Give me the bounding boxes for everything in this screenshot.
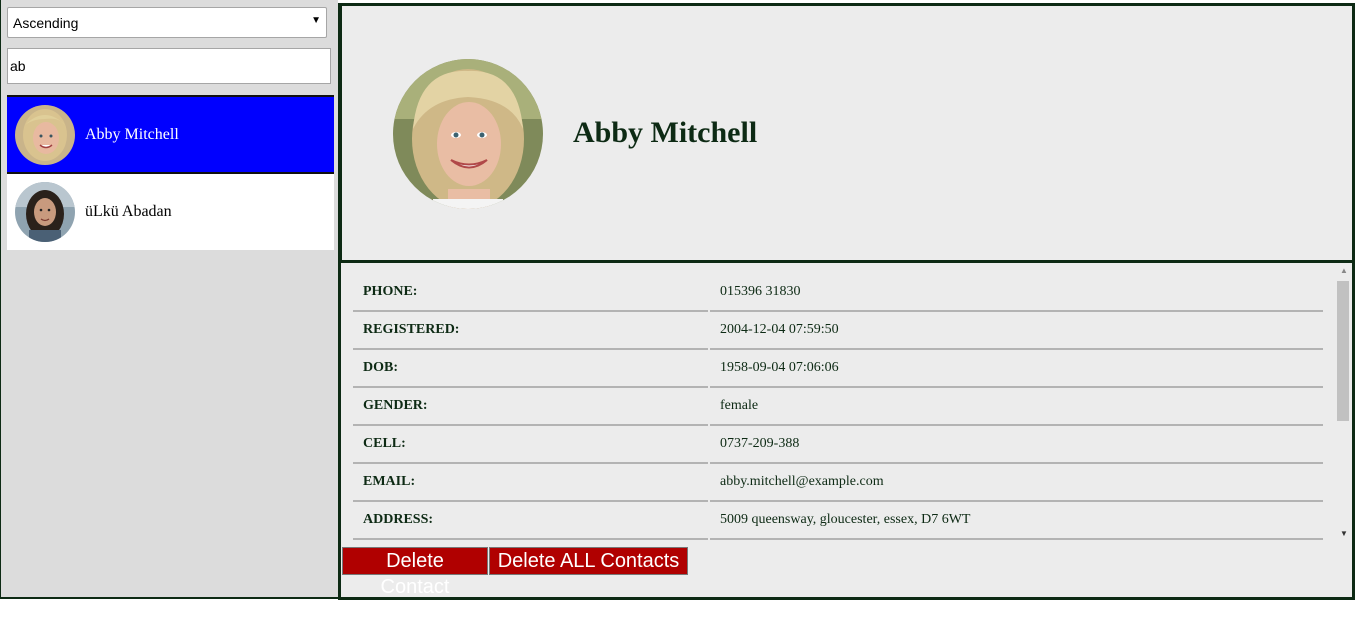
details-scrollbar[interactable]: ▲ ▼ <box>1335 263 1352 540</box>
detail-label: CELL: <box>353 426 708 464</box>
contact-details-list[interactable]: PHONE: 015396 31830 REGISTERED: 2004-12-04 … <box>341 263 1349 540</box>
detail-row: DOB: 1958-09-04 07:06:06 <box>353 350 1323 388</box>
detail-label: GENDER: <box>353 388 708 426</box>
detail-label: REGISTERED: <box>353 312 708 350</box>
avatar <box>393 59 543 209</box>
detail-row: ADDRESS: 5009 queensway, gloucester, esse… <box>353 502 1323 540</box>
contact-full-name: Abby Mitchell <box>573 116 758 149</box>
avatar <box>15 104 75 165</box>
detail-row: EMAIL: abby.mitchell@example.com <box>353 464 1323 502</box>
detail-value: 1958-09-04 07:06:06 <box>710 350 1323 388</box>
scroll-down-icon[interactable]: ▼ <box>1340 529 1348 538</box>
scroll-up-icon[interactable]: ▲ <box>1340 266 1348 275</box>
contact-header: Abby Mitchell <box>341 6 1352 263</box>
detail-row: REGISTERED: 2004-12-04 07:59:50 <box>353 312 1323 350</box>
detail-value: 2004-12-04 07:59:50 <box>710 312 1323 350</box>
detail-value: 0737-209-388 <box>710 426 1323 464</box>
contact-name: üLkü Abadan <box>85 203 172 220</box>
detail-label: PHONE: <box>353 274 708 312</box>
sort-order-value: Ascending <box>13 15 79 31</box>
sort-order-select[interactable]: Ascending ▼ <box>7 7 327 38</box>
contact-list-item-abby-mitchell[interactable]: Abby Mitchell <box>7 95 334 174</box>
avatar <box>15 182 75 242</box>
chevron-down-icon: ▼ <box>311 15 321 26</box>
detail-label: EMAIL: <box>353 464 708 502</box>
detail-value: 015396 31830 <box>710 274 1323 312</box>
delete-all-contacts-button[interactable]: Delete ALL Contacts <box>489 547 688 575</box>
contact-list-item-ulku-abadan[interactable]: üLkü Abadan <box>7 174 334 250</box>
detail-value: abby.mitchell@example.com <box>710 464 1323 502</box>
detail-row: PHONE: 015396 31830 <box>353 274 1323 312</box>
detail-value: 5009 queensway, gloucester, essex, D7 6W… <box>710 502 1323 540</box>
detail-label: DOB: <box>353 350 708 388</box>
detail-label: ADDRESS: <box>353 502 708 540</box>
detail-row: GENDER: female <box>353 388 1323 426</box>
scrollbar-thumb[interactable] <box>1337 281 1349 421</box>
contact-name: Abby Mitchell <box>85 125 179 143</box>
sidebar: Ascending ▼ Abby Mitchell <box>0 0 338 599</box>
detail-value: female <box>710 388 1323 426</box>
detail-row: CELL: 0737-209-388 <box>353 426 1323 464</box>
search-input[interactable] <box>7 48 331 84</box>
contact-details-table: PHONE: 015396 31830 REGISTERED: 2004-12-04 … <box>351 274 1325 540</box>
contact-detail-panel: Abby Mitchell PHONE: 015396 31830 REGISTER… <box>338 3 1355 600</box>
delete-contact-button[interactable]: Delete Contact <box>342 547 488 598</box>
